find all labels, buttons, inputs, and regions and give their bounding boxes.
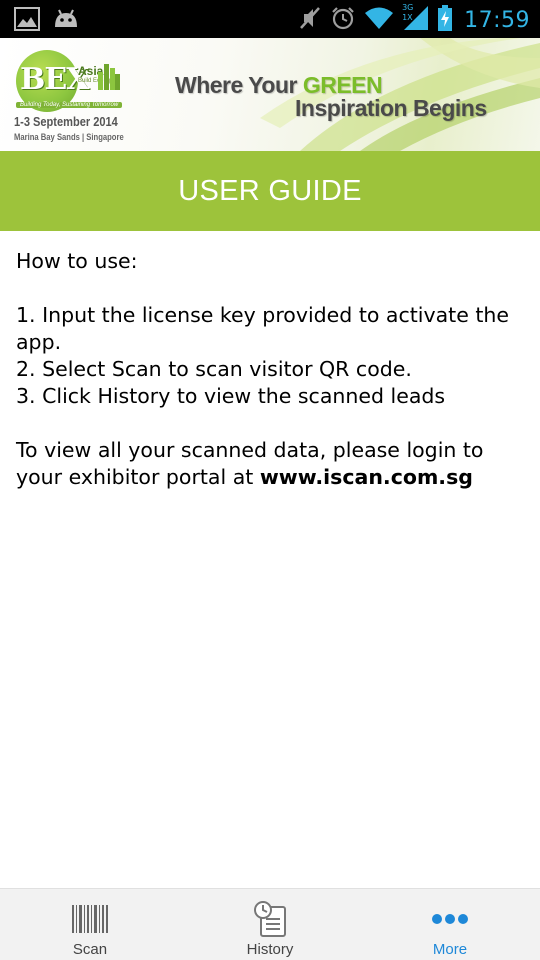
android-icon: [52, 7, 80, 35]
nav-more[interactable]: More: [360, 889, 540, 960]
event-dates: 1-3 September 2014: [14, 114, 118, 129]
page-title: USER GUIDE: [178, 174, 362, 207]
gallery-icon: [14, 7, 40, 35]
status-time: 17:59: [464, 7, 530, 33]
page-title-bar: USER GUIDE: [0, 151, 540, 231]
battery-charging-icon: [438, 5, 453, 35]
buildings-icon: [98, 64, 120, 90]
portal-paragraph: To view all your scanned data, please lo…: [16, 437, 526, 491]
guide-step-1: 1. Input the license key provided to act…: [16, 303, 509, 354]
guide-step-2: 2. Select Scan to scan visitor QR code.: [16, 357, 412, 381]
nav-history[interactable]: History: [180, 889, 360, 960]
bottom-navigation: Scan History More: [0, 888, 540, 960]
nav-more-label: More: [432, 941, 468, 958]
event-banner: BEX Asia Build Eco Xpo Building Today, S…: [0, 38, 540, 151]
logo-tagline: Building Today, Sustaining Tomorrow: [16, 102, 123, 108]
tagline-part2: Inspiration Begins: [295, 95, 487, 121]
bex-asia-logo: BEX Asia Build Eco Xpo Building Today, S…: [12, 46, 162, 146]
nav-history-label: History: [246, 941, 294, 958]
mute-icon: [298, 5, 322, 35]
guide-heading: How to use:: [16, 249, 138, 273]
banner-tagline: Where Your GREEN Inspiration Begins: [175, 74, 487, 120]
signal-icon: 3G 1X: [402, 3, 430, 36]
network-type-label: 3G: [402, 3, 414, 12]
barcode-icon: [71, 901, 109, 937]
event-venue: Marina Bay Sands | Singapore: [14, 132, 124, 142]
guide-step-3: 3. Click History to view the scanned lea…: [16, 384, 446, 408]
nav-scan[interactable]: Scan: [0, 889, 180, 960]
nav-scan-label: Scan: [72, 941, 108, 958]
wifi-icon: [364, 6, 394, 34]
status-bar: 3G 1X 17:59: [0, 0, 540, 38]
alarm-icon: [330, 5, 356, 35]
more-dots-icon: [431, 901, 469, 937]
history-icon: [253, 901, 287, 937]
tagline-part1: Where Your: [175, 72, 303, 98]
user-guide-content: How to use: 1. Input the license key pro…: [16, 248, 526, 491]
portal-url-link[interactable]: www.iscan.com.sg: [260, 465, 473, 489]
network-type-label-secondary: 1X: [402, 13, 413, 22]
